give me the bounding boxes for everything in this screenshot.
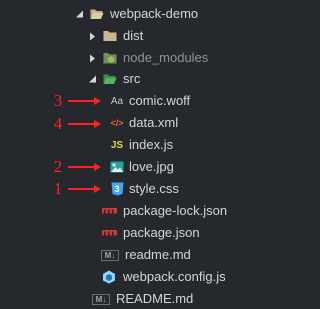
tree-item-love-jpg[interactable]: love.jpg (109, 156, 174, 178)
tree-item-webpack-config-js[interactable]: webpack.config.js (101, 266, 226, 288)
tree-item-package-json[interactable]: package.json (101, 222, 200, 244)
folder-icon (103, 29, 117, 43)
css-file-icon: 3 (109, 182, 125, 196)
tree-item-label: src (123, 71, 141, 86)
file-explorer-panel: webpack-demo dist node_modules src Aa co… (0, 0, 264, 309)
npm-icon (101, 226, 117, 240)
tree-item-label: data.xml (129, 115, 179, 130)
tree-item-node-modules[interactable]: node_modules (87, 47, 208, 69)
chevron-right-icon[interactable] (87, 31, 97, 41)
npm-icon (101, 204, 117, 218)
xml-file-icon: </> (110, 118, 124, 128)
markdown-icon: M↓ (101, 249, 119, 261)
node-folder-icon (103, 51, 117, 65)
tree-item-style-css[interactable]: 3 style.css (109, 178, 179, 200)
tree-item-label: package.json (123, 225, 200, 240)
tree-item-label: README.md (116, 291, 194, 306)
tree-item-data-xml[interactable]: </> data.xml (109, 112, 178, 134)
image-icon (109, 160, 125, 174)
tree-item-index-js[interactable]: JS index.js (109, 134, 173, 156)
tree-item-src[interactable]: src (87, 68, 140, 90)
annotation-3: 3 (50, 92, 102, 110)
annotation-number: 1 (53, 179, 63, 198)
tree-item-label: package-lock.json (123, 203, 228, 218)
tree-item-label: style.css (129, 181, 179, 196)
chevron-right-icon[interactable] (87, 53, 97, 63)
annotation-2: 2 (50, 158, 102, 176)
tree-item-label: node_modules (123, 50, 209, 65)
tree-item-label: index.js (129, 137, 174, 152)
annotation-1: 1 (50, 180, 102, 198)
webpack-icon (101, 270, 117, 284)
javascript-file-icon: JS (110, 139, 124, 151)
markdown-icon: M↓ (92, 293, 110, 305)
tree-item-label: love.jpg (129, 159, 174, 174)
annotation-4: 4 (50, 115, 102, 133)
tree-item-dist[interactable]: dist (87, 25, 143, 47)
src-folder-icon (103, 72, 117, 86)
tree-item-label: webpack-demo (110, 6, 199, 21)
red-arrow-icon (68, 163, 101, 171)
red-arrow-icon (68, 120, 101, 128)
chevron-down-icon[interactable] (74, 9, 84, 19)
tree-item-label: comic.woff (129, 93, 191, 108)
red-arrow-icon (68, 185, 101, 193)
annotation-number: 4 (53, 114, 63, 133)
tree-item-readme-upper-md[interactable]: M↓ README.md (92, 288, 193, 309)
tree-item-package-lock-json[interactable]: package-lock.json (101, 200, 227, 222)
tree-item-label: dist (123, 28, 144, 43)
tree-item-label: readme.md (125, 247, 191, 262)
tree-item-webpack-demo[interactable]: webpack-demo (74, 3, 198, 25)
annotation-number: 3 (53, 91, 63, 110)
annotation-number: 2 (53, 157, 63, 176)
tree-item-label: webpack.config.js (123, 269, 226, 284)
tree-item-comic-woff[interactable]: Aa comic.woff (109, 90, 190, 112)
red-arrow-icon (68, 97, 101, 105)
chevron-down-icon[interactable] (87, 74, 97, 84)
font-file-icon: Aa (110, 95, 124, 107)
folder-open-icon (90, 7, 104, 21)
tree-item-readme-md[interactable]: M↓ readme.md (101, 244, 191, 266)
